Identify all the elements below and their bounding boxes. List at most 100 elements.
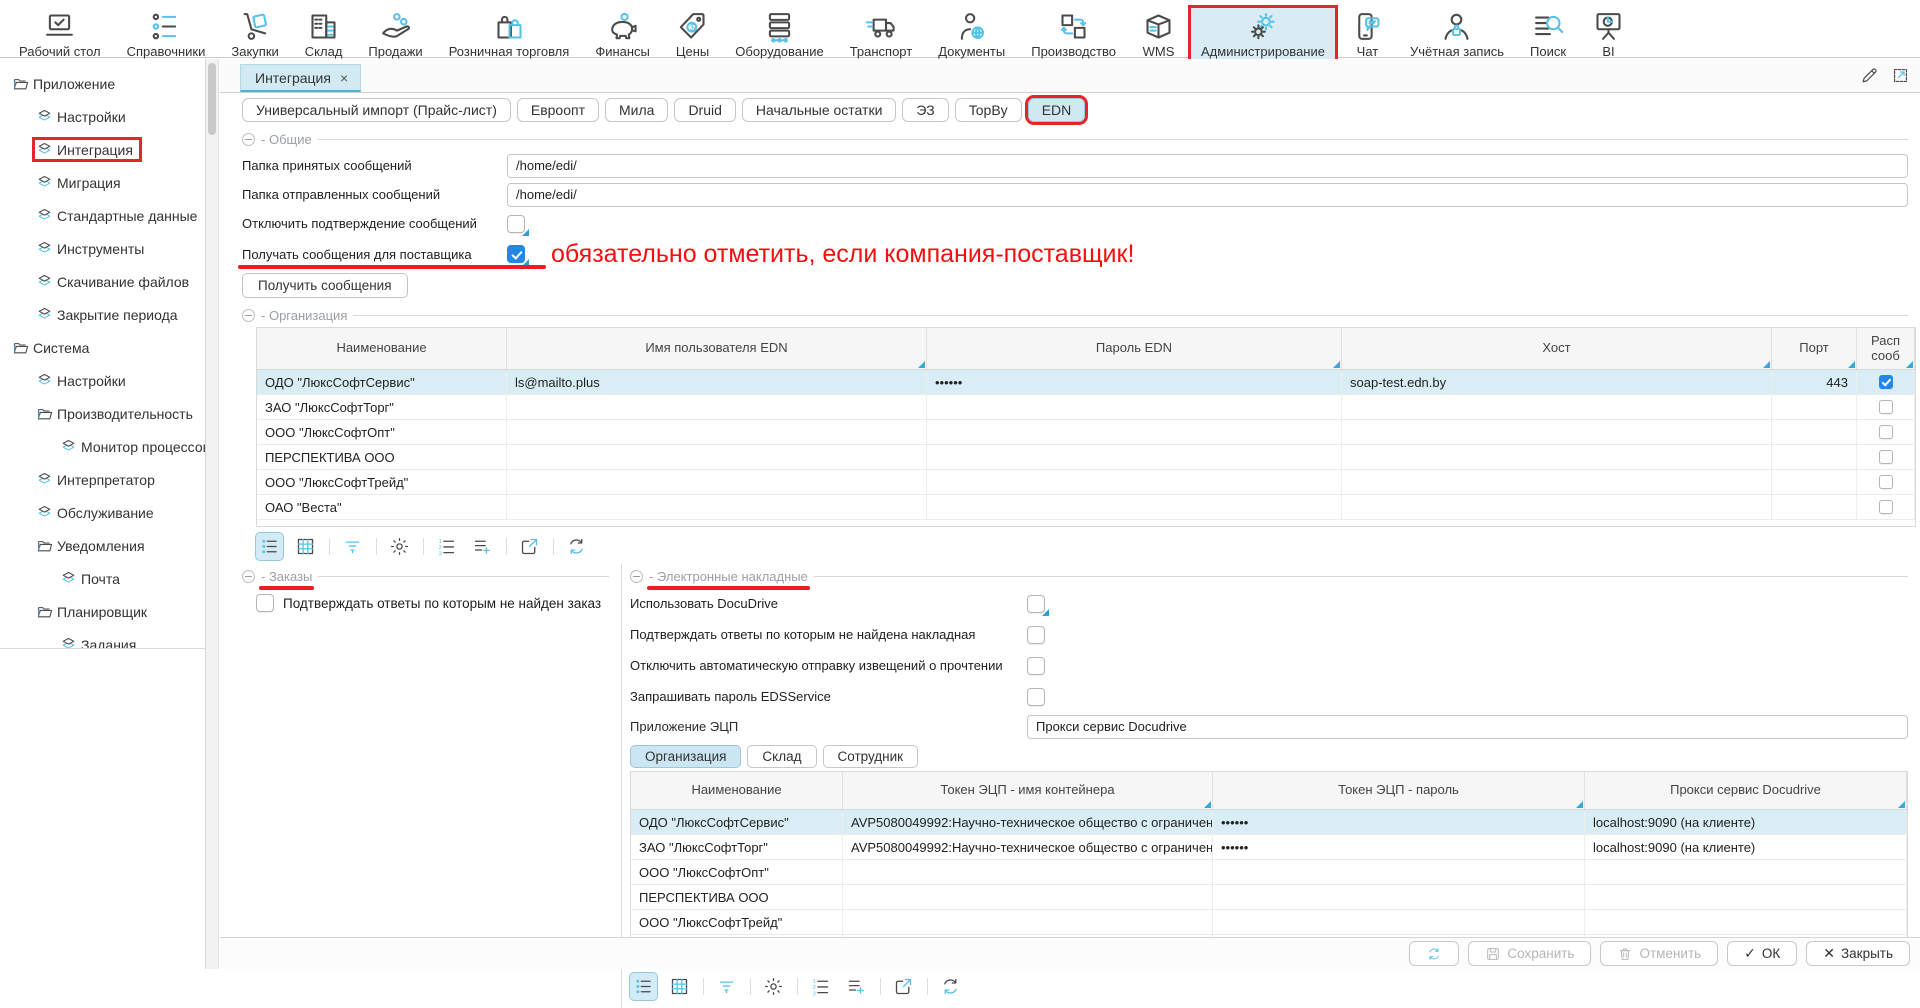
- refresh-button[interactable]: [1409, 941, 1459, 966]
- tab-integration[interactable]: Интеграция ×: [240, 64, 361, 92]
- table-row[interactable]: ОДО "ЛюксСофтСервис" AVP5080049992:Научн…: [631, 810, 1907, 835]
- column-header[interactable]: Имя пользователя EDN: [507, 328, 927, 369]
- close-button[interactable]: ✕ Закрыть: [1806, 941, 1910, 966]
- grid-toolbar-button[interactable]: [843, 973, 870, 1000]
- table-row[interactable]: ПЕРСПЕКТИВА ООО: [631, 885, 1907, 910]
- invoice-option-checkbox[interactable]: [1027, 657, 1045, 675]
- table-row[interactable]: ЗАО "ЛюксСофтТорг" AVP5080049992:Научно-…: [631, 835, 1907, 860]
- collapse-icon[interactable]: [630, 570, 643, 583]
- sidebar-item[interactable]: Закрытие периода: [0, 298, 205, 331]
- invoice-option-checkbox[interactable]: [1027, 595, 1045, 613]
- sidebar-item[interactable]: Настройки: [0, 364, 205, 397]
- sidebar-item[interactable]: Стандартные данные: [0, 199, 205, 232]
- subtab[interactable]: Начальные остатки: [742, 98, 896, 122]
- subtab[interactable]: TopBy: [955, 98, 1022, 122]
- table-row[interactable]: ПЕРСПЕКТИВА ООО: [257, 445, 1915, 470]
- collapse-icon[interactable]: [242, 309, 255, 322]
- table-row[interactable]: ООО "ЛюксСофтОпт": [631, 860, 1907, 885]
- distribute-checkbox[interactable]: [1879, 500, 1893, 514]
- sidebar-item[interactable]: Скачивание файлов: [0, 265, 205, 298]
- app-toolbar-item[interactable]: Финансы: [582, 5, 663, 64]
- table-row[interactable]: ОДО "ЛюксСофтСервис" ls@mailto.plus ••••…: [257, 370, 1915, 395]
- app-toolbar-item[interactable]: Поиск: [1517, 5, 1579, 64]
- column-header[interactable]: Хост: [1342, 328, 1772, 369]
- table-row[interactable]: ООО "ЛюксСофтТрейд": [257, 470, 1915, 495]
- column-header[interactable]: Пароль EDN: [927, 328, 1342, 369]
- table-row[interactable]: ОАО "Веста": [257, 495, 1915, 520]
- app-toolbar-item[interactable]: Розничная торговля: [436, 5, 583, 64]
- grid-toolbar-button[interactable]: [760, 973, 787, 1000]
- app-toolbar-item[interactable]: WMS: [1129, 5, 1188, 64]
- grid-toolbar-button[interactable]: [469, 533, 496, 560]
- app-toolbar-item[interactable]: Цены: [663, 5, 722, 64]
- sidebar-item[interactable]: Почта: [0, 562, 205, 595]
- sidebar-item[interactable]: Инструменты: [0, 232, 205, 265]
- invoice-option-checkbox[interactable]: [1027, 626, 1045, 644]
- sidebar-item[interactable]: Монитор процессов: [0, 430, 205, 463]
- table-row[interactable]: ООО "ЛюксСофтОпт": [257, 420, 1915, 445]
- app-toolbar-item[interactable]: Транспорт: [837, 5, 926, 64]
- fullscreen-icon[interactable]: [1891, 66, 1910, 85]
- app-toolbar-item[interactable]: Оборудование: [722, 5, 836, 64]
- grid-toolbar-button[interactable]: [666, 973, 693, 1000]
- grid-toolbar-button[interactable]: [292, 533, 319, 560]
- save-button[interactable]: Сохранить: [1468, 941, 1591, 966]
- subtab[interactable]: Мила: [605, 98, 668, 122]
- subtab[interactable]: Druid: [674, 98, 735, 122]
- app-toolbar-item[interactable]: Учётная запись: [1397, 5, 1517, 64]
- distribute-checkbox[interactable]: [1879, 475, 1893, 489]
- sent-folder-input[interactable]: /home/edi/: [507, 183, 1908, 207]
- cancel-button[interactable]: Отменить: [1600, 941, 1718, 966]
- sidebar-item[interactable]: Обслуживание: [0, 496, 205, 529]
- subtab[interactable]: Универсальный импорт (Прайс-лист): [242, 98, 511, 122]
- grid-toolbar-button[interactable]: [713, 973, 740, 1000]
- grid-toolbar-button[interactable]: [516, 533, 543, 560]
- column-header[interactable]: Токен ЭЦП - имя контейнера: [843, 772, 1213, 809]
- invoice-tab[interactable]: Склад: [747, 745, 816, 768]
- app-toolbar-item[interactable]: Документы: [925, 5, 1018, 64]
- distribute-checkbox[interactable]: [1879, 400, 1893, 414]
- grid-toolbar-button[interactable]: [433, 533, 460, 560]
- sidebar-item[interactable]: Система: [0, 331, 205, 364]
- column-header[interactable]: Токен ЭЦП - пароль: [1213, 772, 1585, 809]
- app-toolbar-item[interactable]: Чат: [1338, 5, 1397, 64]
- column-header[interactable]: Порт: [1772, 328, 1857, 369]
- distribute-checkbox[interactable]: [1879, 450, 1893, 464]
- grid-toolbar-button[interactable]: [256, 533, 283, 560]
- subtab[interactable]: ЭЗ: [902, 98, 948, 122]
- grid-toolbar-button[interactable]: [386, 533, 413, 560]
- collapse-icon[interactable]: [242, 570, 255, 583]
- sidebar-item[interactable]: Приложение: [0, 67, 205, 100]
- collapse-icon[interactable]: [242, 133, 255, 146]
- grid-toolbar-button[interactable]: [339, 533, 366, 560]
- column-header[interactable]: Наименование: [257, 328, 507, 369]
- sidebar-item[interactable]: Миграция: [0, 166, 205, 199]
- grid-toolbar-button[interactable]: [563, 533, 590, 560]
- subtab[interactable]: EDN: [1028, 98, 1086, 122]
- app-toolbar-item[interactable]: Администрирование: [1188, 5, 1338, 64]
- app-toolbar-item[interactable]: Продажи: [355, 5, 435, 64]
- invoice-option-checkbox[interactable]: [1027, 688, 1045, 706]
- app-toolbar-item[interactable]: Производство: [1018, 5, 1129, 64]
- sidebar-item[interactable]: Задания: [0, 628, 205, 649]
- table-row[interactable]: ООО "ЛюксСофтТрейд": [631, 910, 1907, 935]
- table-row[interactable]: ЗАО "ЛюксСофтТорг": [257, 395, 1915, 420]
- app-toolbar-item[interactable]: Справочники: [114, 5, 219, 64]
- ok-button[interactable]: ✓ ОК: [1727, 941, 1797, 966]
- disable-confirm-checkbox[interactable]: [507, 215, 525, 233]
- grid-toolbar-button[interactable]: [890, 973, 917, 1000]
- orders-confirm-checkbox[interactable]: [256, 594, 274, 612]
- close-icon[interactable]: ×: [340, 70, 348, 86]
- pencil-icon[interactable]: [1860, 66, 1879, 85]
- column-header[interactable]: Прокси сервис Docudrive: [1585, 772, 1907, 809]
- app-toolbar-item[interactable]: Рабочий стол: [6, 5, 114, 64]
- sidebar-item[interactable]: Интеграция: [0, 133, 205, 166]
- distribute-checkbox[interactable]: [1879, 425, 1893, 439]
- subtab[interactable]: Евроопт: [517, 98, 599, 122]
- sidebar-item[interactable]: Интерпретатор: [0, 463, 205, 496]
- invoice-tab[interactable]: Сотрудник: [823, 745, 919, 768]
- supplier-messages-checkbox[interactable]: [507, 245, 525, 263]
- get-messages-button[interactable]: Получить сообщения: [242, 273, 408, 298]
- grid-toolbar-button[interactable]: [807, 973, 834, 1000]
- sidebar-scrollbar-thumb[interactable]: [208, 63, 216, 135]
